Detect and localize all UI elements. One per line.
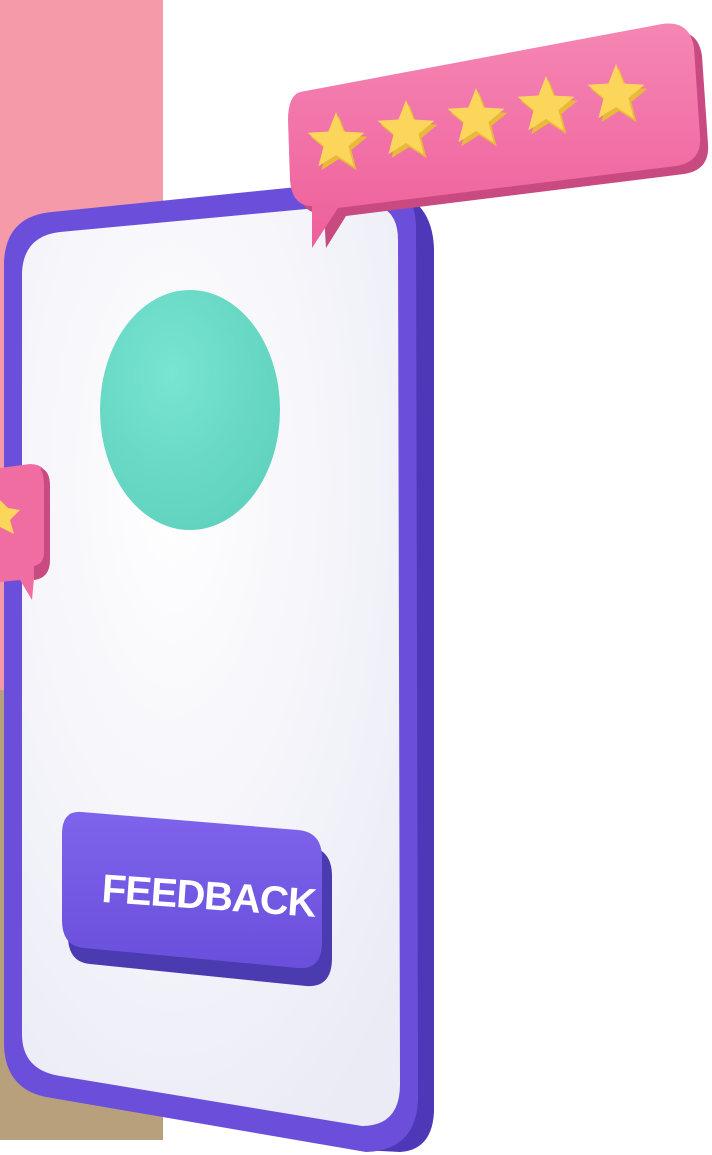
avatar-circle (100, 290, 280, 530)
feedback-button[interactable]: FEEDBACK (62, 811, 332, 987)
rating-bubble (288, 23, 709, 248)
feedback-illustration: FEEDBACK (0, 0, 709, 1152)
